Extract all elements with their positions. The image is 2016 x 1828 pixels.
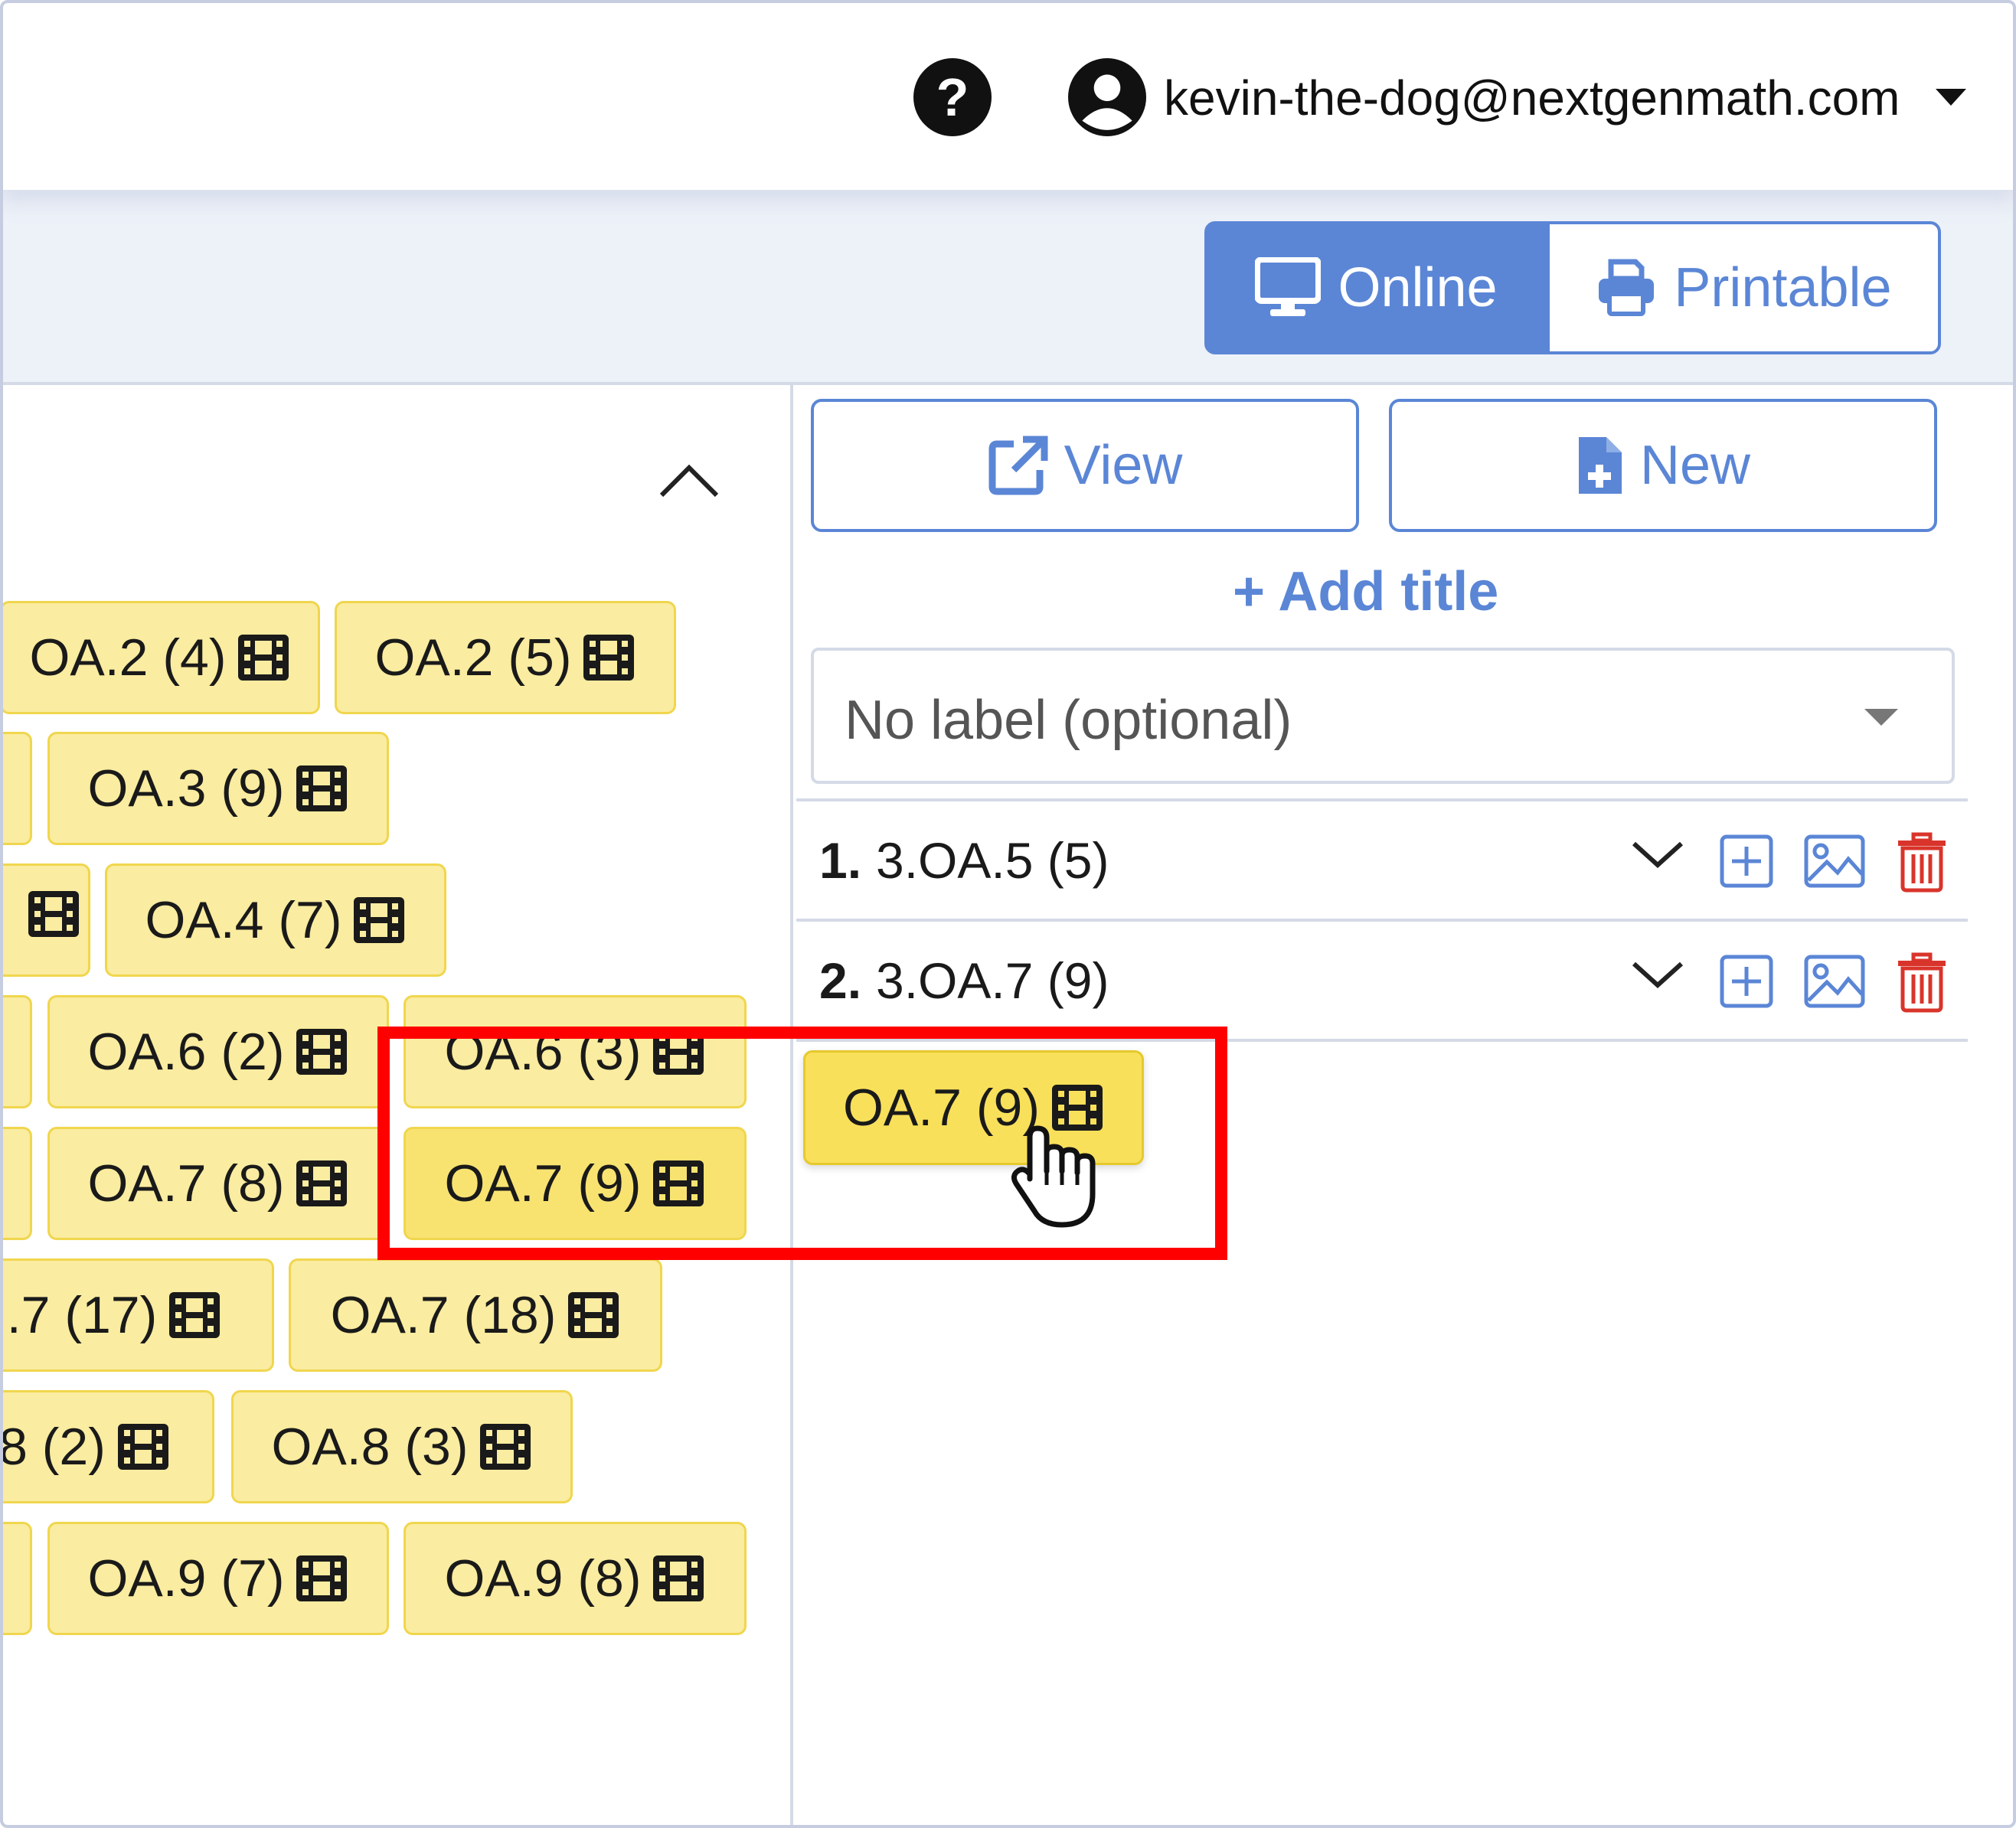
film-icon — [238, 635, 289, 681]
tag-chip-partial[interactable] — [0, 732, 32, 845]
film-icon — [28, 891, 79, 937]
chevron-down-icon[interactable] — [1631, 959, 1684, 990]
monitor-icon — [1255, 257, 1322, 316]
label-select[interactable]: No label (optional) — [811, 648, 1955, 784]
tag-chip-label: OA.9 (7) — [87, 1549, 285, 1608]
user-circle-icon[interactable] — [1068, 58, 1146, 136]
add-variant-icon[interactable] — [1720, 955, 1773, 1008]
tag-chip-label: OA.9 (8) — [444, 1549, 642, 1608]
film-icon — [568, 1292, 619, 1338]
tag-chip-partial[interactable] — [0, 1522, 32, 1635]
tag-chip-label: OA.7 (8) — [87, 1154, 285, 1213]
tag-chip[interactable]: .7 (17) — [0, 1258, 274, 1372]
tag-chip-label: OA.8 (3) — [271, 1418, 469, 1476]
image-icon[interactable] — [1804, 955, 1865, 1008]
question-row: 2. 3.OA.7 (9) — [796, 922, 1968, 1037]
online-mode-button[interactable]: Online — [1204, 221, 1548, 354]
question-circle-icon[interactable]: ? — [913, 58, 992, 136]
film-icon — [117, 1424, 168, 1470]
tag-chip[interactable]: OA.3 (9) — [47, 732, 389, 845]
film-icon — [296, 1160, 348, 1206]
film-icon — [653, 1029, 704, 1075]
tag-chip[interactable]: OA.2 (4) — [0, 601, 320, 714]
page: ? kevin-the-dog@nextgenmath.com Online P… — [0, 0, 2016, 1828]
tag-chip-label: OA.2 (5) — [374, 628, 572, 687]
tag-chip-partial[interactable] — [0, 863, 90, 977]
tag-chip-partial[interactable] — [0, 1127, 32, 1240]
tag-chip[interactable]: OA.6 (2) — [47, 995, 389, 1108]
film-icon — [480, 1424, 531, 1470]
tag-chip-label: .7 (17) — [6, 1286, 158, 1344]
tag-chip-label: OA.6 (3) — [444, 1023, 642, 1081]
tag-chip[interactable]: OA.7 (9) — [404, 1127, 747, 1240]
label-select-placeholder: No label (optional) — [845, 690, 1292, 751]
film-icon — [653, 1555, 704, 1601]
question-text: 3.OA.5 (5) — [876, 832, 1109, 889]
hand-cursor-icon — [1011, 1125, 1096, 1228]
tag-chip[interactable]: OA.7 (8) — [47, 1127, 389, 1240]
tag-chip-label: OA.7 (9) — [444, 1154, 642, 1213]
add-variant-icon[interactable] — [1720, 834, 1773, 888]
tag-chip-label: OA.6 (2) — [87, 1023, 285, 1081]
divider — [796, 798, 1968, 801]
tag-chip-partial[interactable] — [0, 995, 32, 1108]
tag-chip-label: OA.4 (7) — [145, 891, 342, 949]
select-caret-icon — [1864, 709, 1898, 726]
tag-chip[interactable]: OA.6 (3) — [404, 995, 747, 1108]
film-icon — [296, 1029, 348, 1075]
online-label: Online — [1338, 257, 1498, 318]
film-icon — [169, 1292, 221, 1338]
trash-icon[interactable] — [1895, 831, 1949, 893]
film-icon — [653, 1160, 704, 1206]
question-text: 3.OA.7 (9) — [876, 952, 1109, 1009]
film-icon — [296, 765, 348, 811]
film-icon — [354, 897, 405, 943]
question-number: 1. — [819, 832, 862, 889]
tag-chip[interactable]: 8 (2) — [0, 1390, 214, 1503]
external-link-icon — [988, 436, 1048, 495]
printable-label: Printable — [1674, 257, 1892, 318]
film-icon — [583, 635, 635, 681]
top-nav-bar: ? kevin-the-dog@nextgenmath.com — [0, 0, 2016, 191]
divider — [796, 919, 1968, 922]
question-row: 1. 3.OA.5 (5) — [796, 802, 1968, 917]
new-label: New — [1639, 435, 1751, 496]
tag-chip[interactable]: OA.7 (18) — [289, 1258, 662, 1372]
tag-chip[interactable]: OA.2 (5) — [335, 601, 676, 714]
view-button[interactable]: View — [811, 399, 1359, 532]
trash-icon[interactable] — [1895, 952, 1949, 1013]
film-icon — [296, 1555, 348, 1601]
tag-chip[interactable]: OA.8 (3) — [231, 1390, 573, 1503]
tag-chip-label: 8 (2) — [0, 1418, 106, 1476]
new-button[interactable]: New — [1389, 399, 1937, 532]
tag-chip[interactable]: OA.9 (8) — [404, 1522, 747, 1635]
divider — [796, 1039, 1968, 1042]
tag-chip-label: OA.2 (4) — [29, 628, 227, 687]
question-number: 2. — [819, 952, 862, 1009]
caret-down-icon[interactable] — [1936, 89, 1966, 106]
user-email-menu[interactable]: kevin-the-dog@nextgenmath.com — [1164, 67, 1900, 129]
chevron-down-icon[interactable] — [1631, 839, 1684, 870]
printable-mode-button[interactable]: Printable — [1547, 221, 1941, 354]
tag-chip-label: OA.3 (9) — [87, 759, 285, 818]
tag-chip-label: OA.7 (18) — [330, 1286, 557, 1344]
printer-icon — [1599, 259, 1655, 316]
file-plus-icon — [1578, 437, 1622, 494]
tag-chip[interactable]: OA.4 (7) — [105, 863, 446, 977]
add-title-link[interactable]: + Add title — [1233, 557, 1498, 626]
image-icon[interactable] — [1804, 834, 1865, 888]
tag-chip[interactable]: OA.9 (7) — [47, 1522, 389, 1635]
view-label: View — [1064, 435, 1183, 496]
